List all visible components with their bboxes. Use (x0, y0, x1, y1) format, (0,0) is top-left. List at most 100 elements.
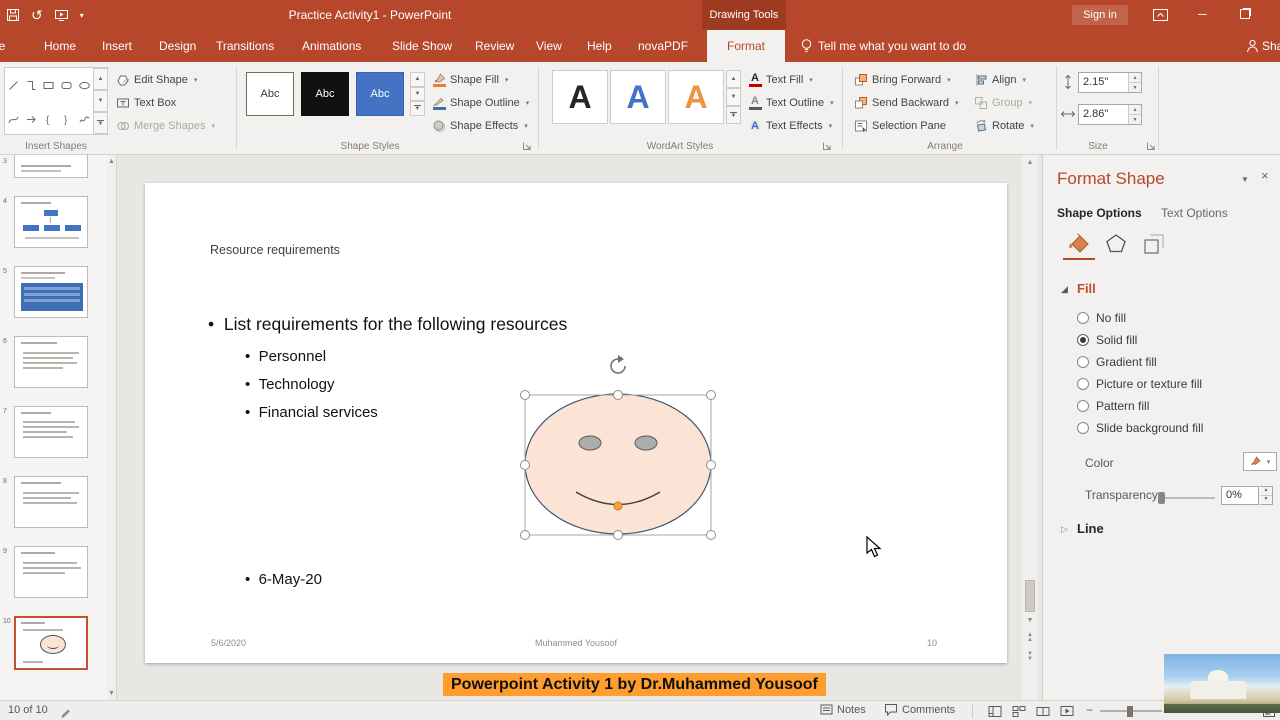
selection-handle[interactable] (520, 390, 530, 400)
next-slide-button[interactable]: ▼ ▼ (1022, 651, 1038, 662)
shape-style-preset-3[interactable]: Abc (356, 72, 404, 116)
curve-shape-icon[interactable] (7, 113, 20, 126)
wordart-preset-1[interactable]: A (552, 70, 608, 124)
fill-option-no-fill[interactable]: No fill (1077, 311, 1126, 325)
tab-insert[interactable]: Insert (90, 30, 144, 62)
selection-handle[interactable] (613, 390, 623, 400)
height-up-icon[interactable]: ▲ (1129, 73, 1141, 83)
shape-styles-dialog-launcher-icon[interactable] (522, 141, 532, 151)
save-icon[interactable] (6, 8, 20, 22)
fill-option-solid-fill[interactable]: Solid fill (1077, 333, 1137, 347)
slide-thumbnail[interactable] (14, 155, 88, 178)
slide-bullet-main[interactable]: • List requirements for the following re… (208, 314, 567, 335)
text-outline-button[interactable]: A Text Outline ▾ (748, 94, 834, 112)
text-fill-button[interactable]: A Text Fill ▾ (748, 71, 813, 89)
fill-color-button[interactable]: ▾ (1243, 452, 1277, 471)
selection-handle[interactable] (706, 530, 716, 540)
right-brace-shape-icon[interactable]: } (60, 113, 73, 126)
slide-scrollbar[interactable]: ▲ ▼ ▲ ▲ ▼ ▼ (1022, 155, 1038, 700)
scroll-up-icon[interactable]: ▲ (107, 158, 116, 165)
minimize-icon[interactable]: ─ (1198, 0, 1207, 28)
undo-icon[interactable]: ↺ (31, 0, 43, 30)
gallery-scroll-down-icon[interactable]: ▼ (93, 90, 108, 112)
selection-handle[interactable] (706, 460, 716, 470)
tell-me-box[interactable]: Tell me what you want to do (806, 30, 978, 62)
wordart-scroll-up-icon[interactable]: ▲ (726, 70, 741, 88)
transparency-value-input[interactable]: 0% (1221, 486, 1259, 505)
width-up-icon[interactable]: ▲ (1129, 105, 1141, 115)
scroll-up-icon[interactable]: ▲ (1022, 159, 1038, 166)
fill-option-picture-fill[interactable]: Picture or texture fill (1077, 377, 1202, 391)
wordart-scroll-down-icon[interactable]: ▼ (726, 88, 741, 106)
zoom-slider-thumb[interactable] (1127, 706, 1133, 717)
slideshow-view-icon[interactable] (1060, 705, 1074, 718)
wordart-more-icon[interactable]: ▼ (726, 106, 741, 124)
stepper-up-icon[interactable]: ▲ (1260, 487, 1272, 496)
adjust-handle[interactable] (613, 501, 623, 511)
notes-button[interactable]: Notes (820, 703, 866, 716)
edit-shape-button[interactable]: Edit Shape ▾ (116, 71, 197, 89)
slide-thumbnail[interactable] (14, 266, 88, 318)
thumbnail-scrollbar[interactable]: ▲ ▼ (107, 155, 117, 700)
scribble-shape-icon[interactable] (78, 113, 91, 126)
selection-handle[interactable] (613, 530, 623, 540)
size-dialog-launcher-icon[interactable] (1146, 141, 1156, 151)
smiley-shape-selected[interactable] (505, 353, 725, 548)
shape-fill-button[interactable]: Shape Fill ▾ (432, 71, 508, 89)
transparency-slider-track[interactable] (1161, 497, 1215, 499)
selection-handle[interactable] (520, 530, 530, 540)
stepper-down-icon[interactable]: ▼ (1260, 496, 1272, 504)
slide-bullet-sub[interactable]: • Financial services (245, 404, 378, 421)
slide-bullet-date[interactable]: • 6-May-20 (245, 571, 322, 588)
slide-thumbnail[interactable] (14, 546, 88, 598)
selection-handle[interactable] (520, 460, 530, 470)
wordart-preset-3[interactable]: A (668, 70, 724, 124)
shape-style-preset-1[interactable]: Abc (246, 72, 294, 116)
start-slideshow-icon[interactable] (54, 8, 69, 22)
rectangle-shape-icon[interactable] (42, 79, 55, 92)
scrollbar-thumb[interactable] (1025, 580, 1035, 612)
tab-home[interactable]: Home (32, 30, 88, 62)
tab-novapdf[interactable]: novaPDF (626, 30, 700, 62)
fill-and-line-icon[interactable] (1067, 233, 1091, 255)
fill-option-pattern-fill[interactable]: Pattern fill (1077, 399, 1149, 413)
fill-option-gradient-fill[interactable]: Gradient fill (1077, 355, 1157, 369)
slide-indicator[interactable]: 10 of 10 (8, 704, 48, 716)
tab-slide-show[interactable]: Slide Show (380, 30, 464, 62)
arrow-shape-icon[interactable] (25, 113, 38, 126)
sign-in-button[interactable]: Sign in (1072, 5, 1128, 25)
slide-footer-date[interactable]: 5/6/2020 (211, 638, 246, 648)
qat-customize-icon[interactable]: ▾ (80, 11, 84, 20)
tab-transitions[interactable]: Transitions (204, 30, 286, 62)
gallery-more-icon[interactable]: ▼ (93, 112, 108, 134)
text-box-button[interactable]: Text Box (116, 94, 176, 112)
previous-slide-button[interactable]: ▲ ▲ (1022, 632, 1038, 643)
fill-section-expander-icon[interactable]: ◢ (1061, 284, 1068, 295)
styles-more-icon[interactable]: ▼ (410, 101, 425, 117)
slide-thumbnail[interactable] (14, 196, 88, 248)
restore-icon[interactable] (1240, 9, 1250, 19)
normal-view-icon[interactable] (988, 705, 1002, 718)
slide-thumbnail[interactable] (14, 476, 88, 528)
slide-footer-number[interactable]: 10 (927, 638, 937, 648)
height-down-icon[interactable]: ▼ (1129, 83, 1141, 92)
styles-scroll-down-icon[interactable]: ▼ (410, 86, 425, 102)
tab-format[interactable]: Format (707, 30, 786, 62)
shape-height-input[interactable]: 2.15" ▲ ▼ (1078, 72, 1142, 93)
slide-title[interactable]: Resource requirements (210, 243, 340, 257)
pane-tab-text-options[interactable]: Text Options (1161, 206, 1228, 220)
tab-view[interactable]: View (524, 30, 574, 62)
size-properties-icon[interactable] (1143, 233, 1165, 255)
line-shape-icon[interactable] (7, 79, 20, 92)
effects-icon[interactable] (1105, 233, 1127, 255)
left-brace-shape-icon[interactable]: { (42, 113, 55, 126)
tab-help[interactable]: Help (575, 30, 624, 62)
tab-file[interactable]: File (0, 30, 17, 62)
share-button[interactable]: Share (1250, 30, 1280, 62)
shape-outline-button[interactable]: Shape Outline ▾ (432, 94, 529, 112)
merge-shapes-button[interactable]: Merge Shapes ▾ (116, 117, 215, 135)
smiley-face[interactable] (524, 393, 712, 535)
slide-thumbnail[interactable] (14, 406, 88, 458)
text-effects-button[interactable]: A Text Effects ▾ (748, 117, 832, 135)
selection-handle[interactable] (706, 390, 716, 400)
